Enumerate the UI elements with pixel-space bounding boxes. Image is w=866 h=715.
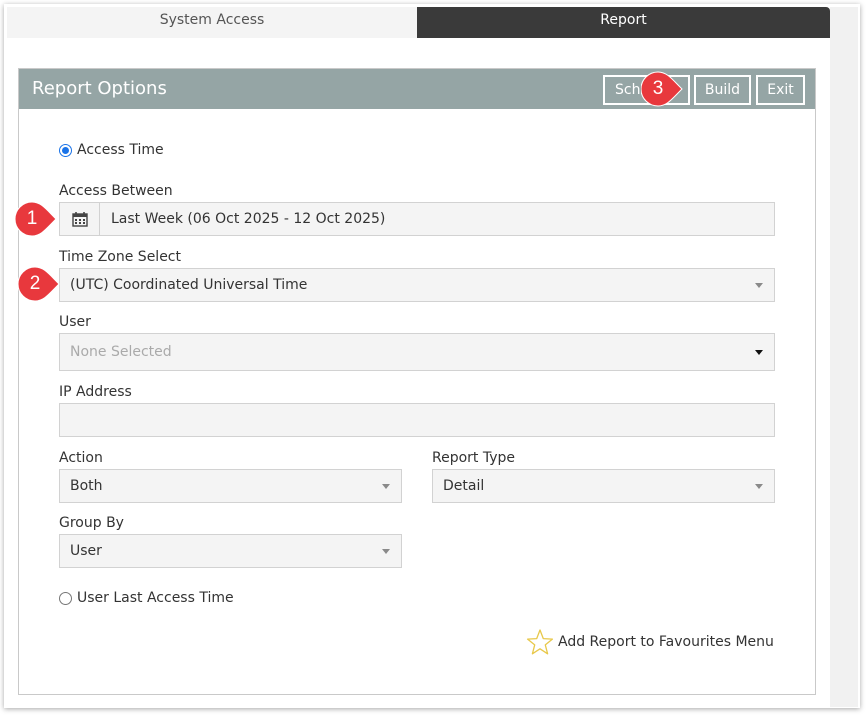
exit-button[interactable]: Exit <box>756 75 805 105</box>
callout-number: 1 <box>26 208 38 229</box>
callout-number: 2 <box>29 273 41 294</box>
calendar-button[interactable] <box>60 203 100 235</box>
user-label: User <box>59 314 91 330</box>
user-value: None Selected <box>70 344 172 360</box>
chevron-down-icon <box>755 484 763 489</box>
report-type-label: Report Type <box>432 450 516 466</box>
tab-system-access[interactable]: System Access <box>7 7 417 38</box>
access-time-label: Access Time <box>77 142 164 158</box>
time-zone-label: Time Zone Select <box>59 249 181 265</box>
callout-marker-1: 1 <box>14 200 57 240</box>
time-zone-value: (UTC) Coordinated Universal Time <box>70 277 308 293</box>
access-between-field[interactable]: Last Week (06 Oct 2025 - 12 Oct 2025) <box>59 202 775 236</box>
ip-address-input[interactable] <box>59 403 775 437</box>
chevron-down-icon <box>755 350 763 355</box>
favourites-label: Add Report to Favourites Menu <box>558 634 774 650</box>
group-by-select[interactable]: User <box>59 534 402 568</box>
action-value: Both <box>70 478 103 494</box>
chevron-down-icon <box>382 484 390 489</box>
access-time-option[interactable]: Access Time <box>59 142 164 158</box>
user-last-access-label: User Last Access Time <box>77 590 234 606</box>
chevron-down-icon <box>382 549 390 554</box>
group-by-label: Group By <box>59 515 124 531</box>
report-type-value: Detail <box>443 478 485 494</box>
group-by-value: User <box>70 543 102 559</box>
right-scroll-strip <box>830 7 858 707</box>
tab-bar: System Access Report <box>7 7 830 38</box>
user-last-access-radio[interactable] <box>59 591 72 605</box>
report-options-panel: Report Options Sch Build Exit Access Tim… <box>18 68 816 695</box>
callout-marker-3: 3 <box>640 70 683 110</box>
add-to-favourites-link[interactable]: Add Report to Favourites Menu <box>526 628 774 656</box>
callout-number: 3 <box>652 78 664 99</box>
panel-header: Report Options Sch Build Exit <box>19 69 815 109</box>
calendar-icon <box>72 212 88 227</box>
tab-report[interactable]: Report <box>417 7 830 38</box>
action-label: Action <box>59 450 103 466</box>
panel-title: Report Options <box>32 78 167 99</box>
access-time-radio[interactable] <box>59 143 72 157</box>
build-button[interactable]: Build <box>694 75 751 105</box>
user-last-access-option[interactable]: User Last Access Time <box>59 590 234 606</box>
access-between-label: Access Between <box>59 183 173 199</box>
report-type-select[interactable]: Detail <box>432 469 775 503</box>
chevron-down-icon <box>755 283 763 288</box>
access-between-value: Last Week (06 Oct 2025 - 12 Oct 2025) <box>111 211 386 227</box>
star-icon <box>526 629 554 655</box>
action-select[interactable]: Both <box>59 469 402 503</box>
user-select[interactable]: None Selected <box>59 333 775 371</box>
time-zone-select[interactable]: (UTC) Coordinated Universal Time <box>59 268 775 302</box>
ip-address-label: IP Address <box>59 384 132 400</box>
callout-marker-2: 2 <box>17 265 60 305</box>
